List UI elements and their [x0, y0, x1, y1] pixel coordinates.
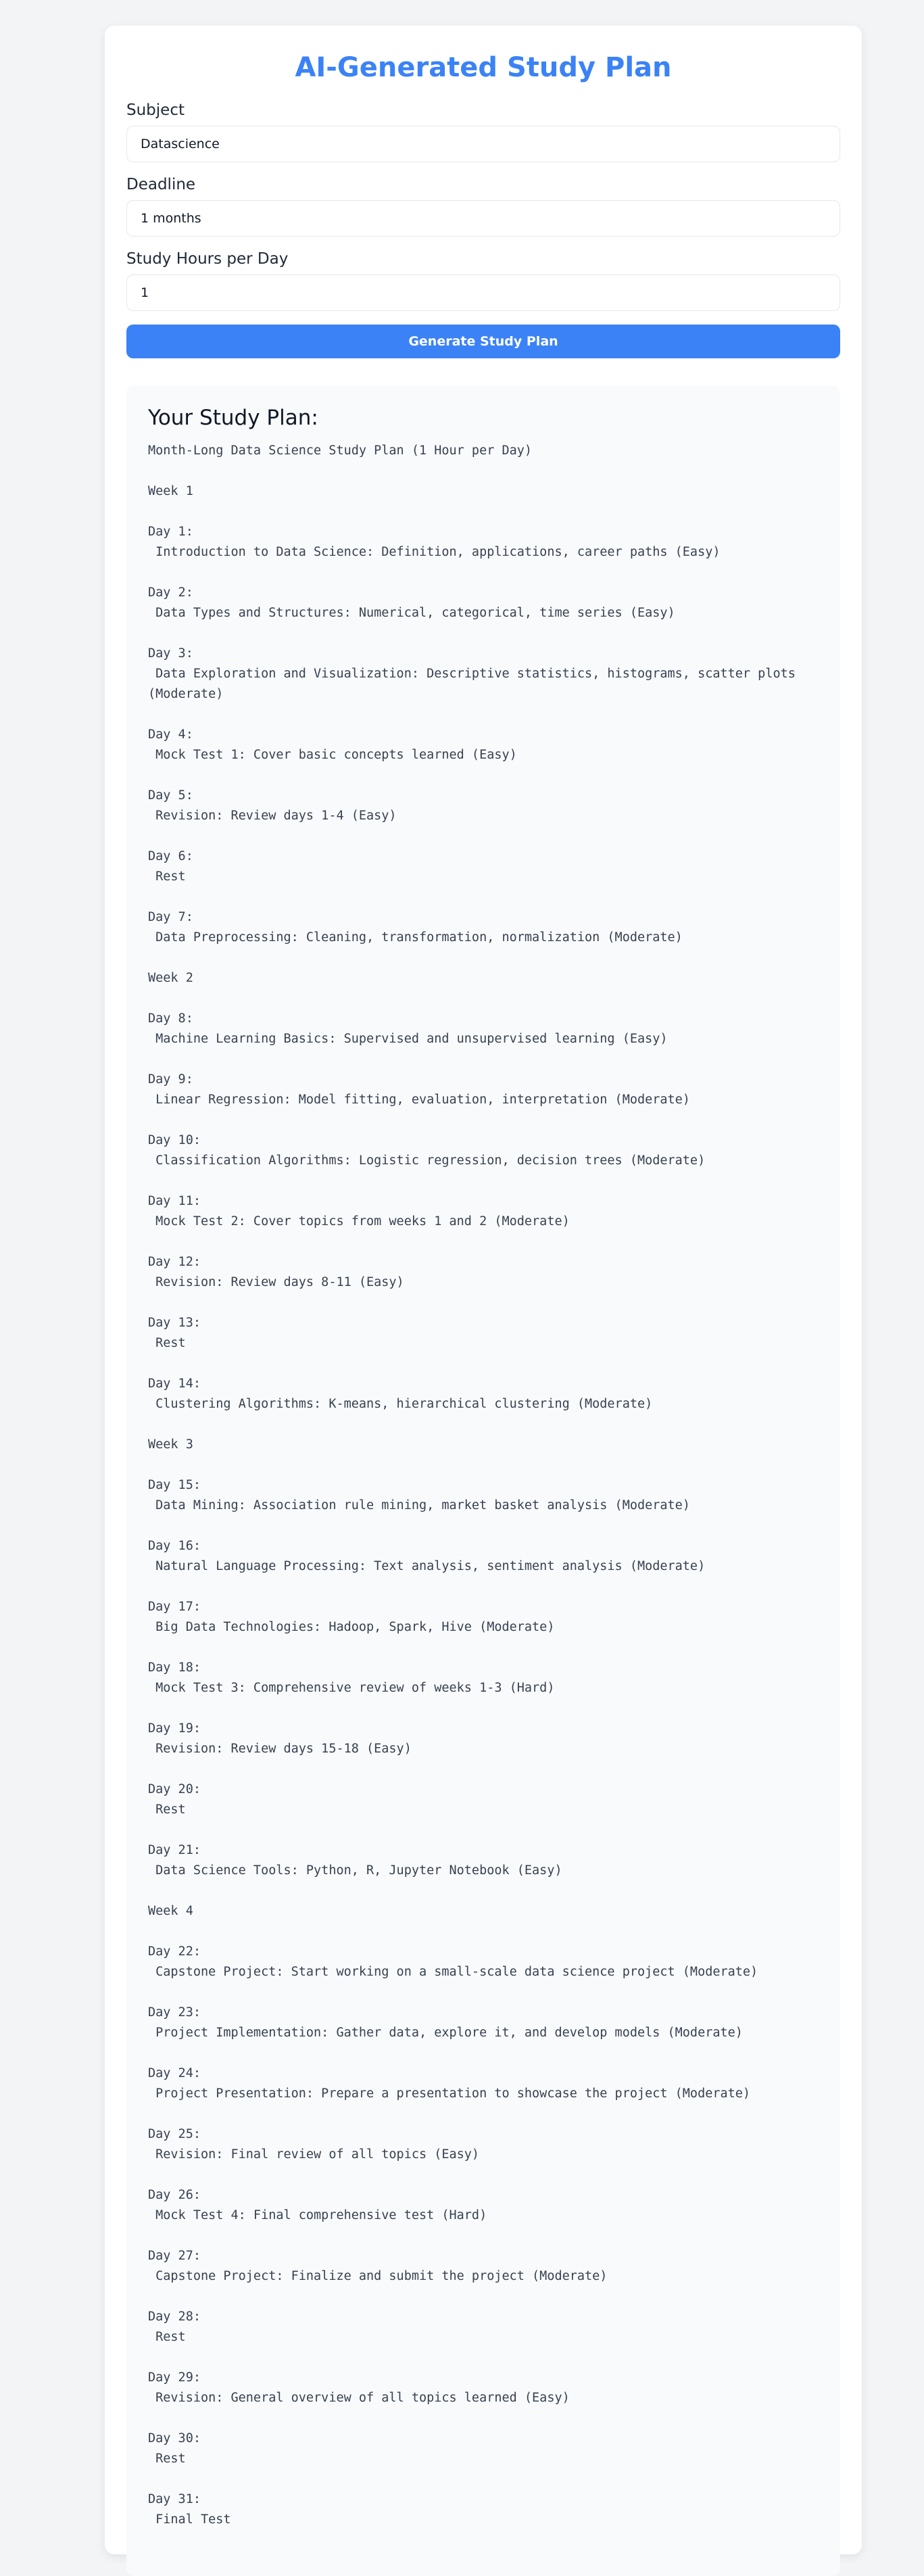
deadline-input[interactable]	[126, 200, 840, 237]
generate-study-plan-button[interactable]: Generate Study Plan	[126, 325, 840, 358]
hours-label: Study Hours per Day	[126, 250, 289, 268]
page-title: AI-Generated Study Plan	[295, 52, 672, 83]
deadline-label: Deadline	[126, 176, 196, 193]
study-plan-text: Month-Long Data Science Study Plan (1 Ho…	[148, 444, 796, 2527]
study-plan-card: AI-Generated Study Plan Subject Deadline…	[105, 26, 862, 2576]
hours-input[interactable]	[126, 275, 840, 311]
study-plan-heading: Your Study Plan:	[148, 406, 318, 430]
subject-input[interactable]	[126, 126, 840, 162]
subject-label: Subject	[126, 101, 185, 119]
hours-field-group: Study Hours per Day	[126, 249, 840, 311]
subject-field-group: Subject	[126, 100, 840, 162]
deadline-field-group: Deadline	[126, 174, 840, 237]
study-plan-panel: Your Study Plan: Month-Long Data Science…	[126, 385, 840, 2576]
